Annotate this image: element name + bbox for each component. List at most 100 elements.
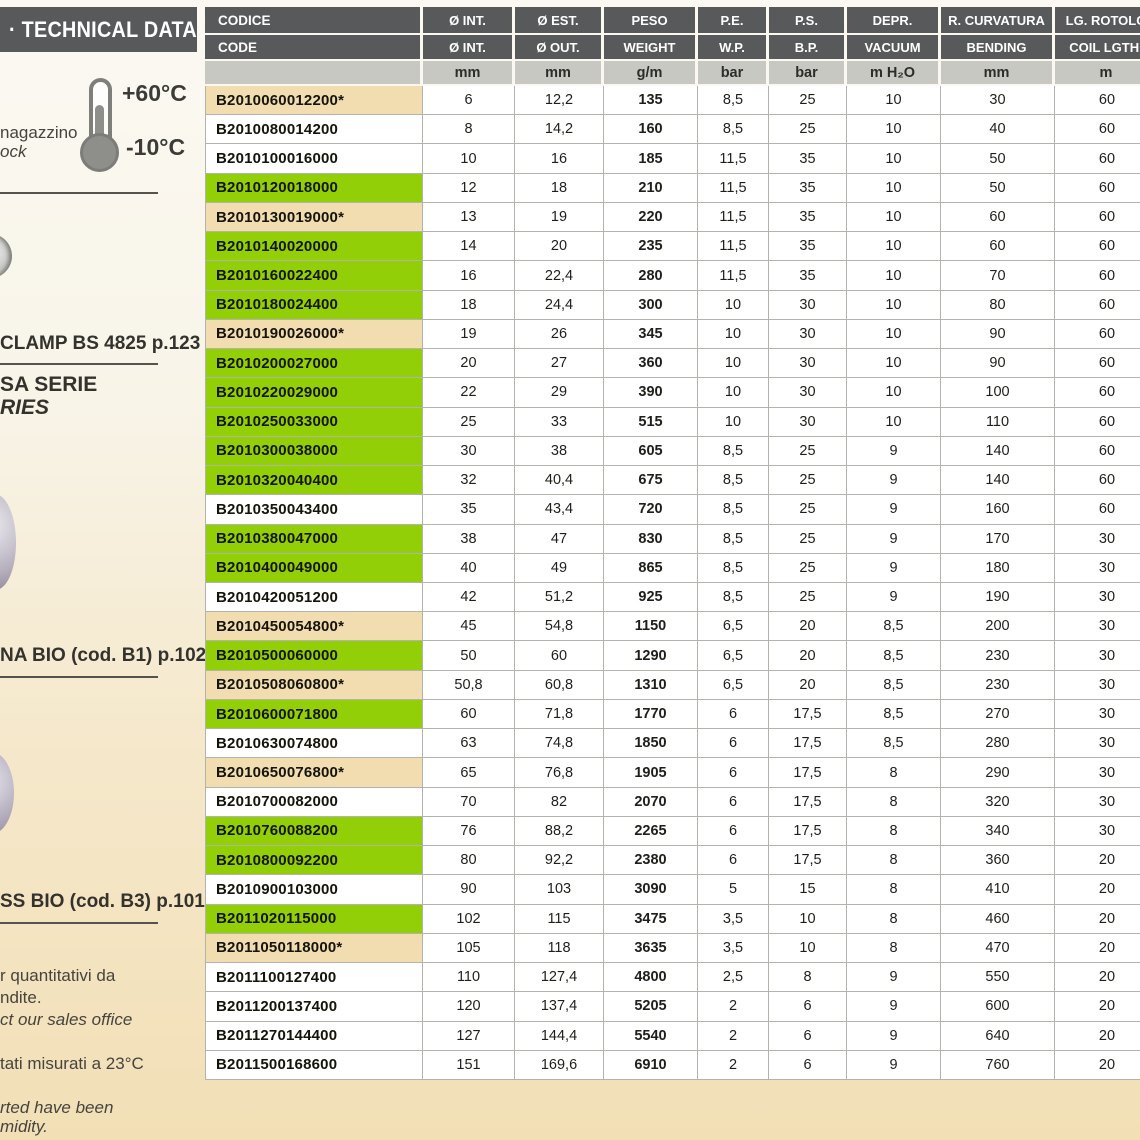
value-cell: 38: [423, 525, 515, 554]
code-cell: B2010630074800: [205, 729, 423, 758]
value-cell: 40: [423, 554, 515, 583]
value-cell: 10: [847, 349, 941, 378]
value-cell: 60: [1055, 408, 1140, 437]
value-cell: 280: [941, 729, 1055, 758]
value-cell: 19: [423, 320, 515, 349]
table-row: B2011050118000*10511836353,510847020: [205, 934, 1140, 963]
code-cell: B2010200027000: [205, 349, 423, 378]
value-cell: 18: [515, 174, 604, 203]
value-cell: 19: [515, 203, 604, 232]
value-cell: 16: [423, 261, 515, 290]
table-row: B201038004700038478308,525917030: [205, 525, 1140, 554]
value-cell: 4800: [604, 963, 698, 992]
value-cell: 6: [769, 1022, 847, 1051]
value-cell: 80: [941, 291, 1055, 320]
unit-cell: [205, 61, 420, 84]
value-cell: 360: [604, 349, 698, 378]
value-cell: 2,5: [698, 963, 769, 992]
value-cell: 410: [941, 875, 1055, 904]
value-cell: 25: [769, 437, 847, 466]
value-cell: 70: [941, 261, 1055, 290]
value-cell: 280: [604, 261, 698, 290]
value-cell: 180: [941, 554, 1055, 583]
value-cell: 460: [941, 905, 1055, 934]
value-cell: 20: [1055, 1051, 1140, 1080]
value-cell: 60: [515, 641, 604, 670]
value-cell: 49: [515, 554, 604, 583]
code-cell: B2010320040400: [205, 466, 423, 495]
value-cell: 25: [769, 86, 847, 115]
value-cell: 30: [769, 291, 847, 320]
value-cell: 35: [769, 144, 847, 173]
value-cell: 10: [847, 261, 941, 290]
value-cell: 30: [1055, 554, 1140, 583]
value-cell: 8: [423, 115, 515, 144]
value-cell: 60: [1055, 203, 1140, 232]
value-cell: 25: [769, 554, 847, 583]
value-cell: 60: [1055, 349, 1140, 378]
divider: [0, 676, 158, 678]
value-cell: 18: [423, 291, 515, 320]
value-cell: 43,4: [515, 495, 604, 524]
value-cell: 2: [698, 992, 769, 1021]
table-row: B2010130019000*131922011,535106060: [205, 203, 1140, 232]
code-cell: B2010760088200: [205, 817, 423, 846]
value-cell: 5: [698, 875, 769, 904]
table-row: B201070008200070822070617,5832030: [205, 788, 1140, 817]
code-cell: B2010160022400: [205, 261, 423, 290]
value-cell: 8,5: [698, 495, 769, 524]
table-row: B2010080014200814,21608,525104060: [205, 115, 1140, 144]
value-cell: 6: [698, 817, 769, 846]
divider: [0, 922, 158, 924]
value-cell: 20: [1055, 846, 1140, 875]
divider: [0, 363, 158, 365]
value-cell: 9: [847, 992, 941, 1021]
value-cell: 30: [769, 378, 847, 407]
code-cell: B2010300038000: [205, 437, 423, 466]
header-cell: CODICE: [205, 7, 420, 33]
value-cell: 11,5: [698, 144, 769, 173]
value-cell: 30: [1055, 641, 1140, 670]
value-cell: 8,5: [698, 115, 769, 144]
value-cell: 92,2: [515, 846, 604, 875]
value-cell: 25: [769, 115, 847, 144]
value-cell: 88,2: [515, 817, 604, 846]
value-cell: 340: [941, 817, 1055, 846]
unit-cell: mm: [941, 61, 1052, 84]
storage-label-en: ock: [0, 142, 26, 162]
value-cell: 3,5: [698, 905, 769, 934]
table-row: B2010060012200*612,21358,525103060: [205, 86, 1140, 115]
value-cell: 90: [941, 320, 1055, 349]
value-cell: 60: [1055, 466, 1140, 495]
code-cell: B2010650076800*: [205, 758, 423, 787]
value-cell: 33: [515, 408, 604, 437]
table-row: B201040004900040498658,525918030: [205, 554, 1140, 583]
value-cell: 60: [1055, 437, 1140, 466]
value-cell: 865: [604, 554, 698, 583]
value-cell: 50: [941, 174, 1055, 203]
value-cell: 60: [1055, 378, 1140, 407]
value-cell: 13: [423, 203, 515, 232]
value-cell: 54,8: [515, 612, 604, 641]
value-cell: 3,5: [698, 934, 769, 963]
value-cell: 675: [604, 466, 698, 495]
value-cell: 220: [604, 203, 698, 232]
value-cell: 71,8: [515, 700, 604, 729]
value-cell: 110: [941, 408, 1055, 437]
value-cell: 25: [769, 583, 847, 612]
value-cell: 25: [769, 525, 847, 554]
value-cell: 6: [698, 788, 769, 817]
value-cell: 8: [847, 846, 941, 875]
storage-label-it: nagazzino: [0, 123, 78, 143]
table-row: B20104200512004251,29258,525919030: [205, 583, 1140, 612]
value-cell: 2265: [604, 817, 698, 846]
divider: [0, 192, 158, 194]
value-cell: 32: [423, 466, 515, 495]
code-cell: B2010450054800*: [205, 612, 423, 641]
value-cell: 230: [941, 671, 1055, 700]
value-cell: 10: [847, 174, 941, 203]
value-cell: 925: [604, 583, 698, 612]
value-cell: 76: [423, 817, 515, 846]
value-cell: 185: [604, 144, 698, 173]
value-cell: 10: [847, 115, 941, 144]
